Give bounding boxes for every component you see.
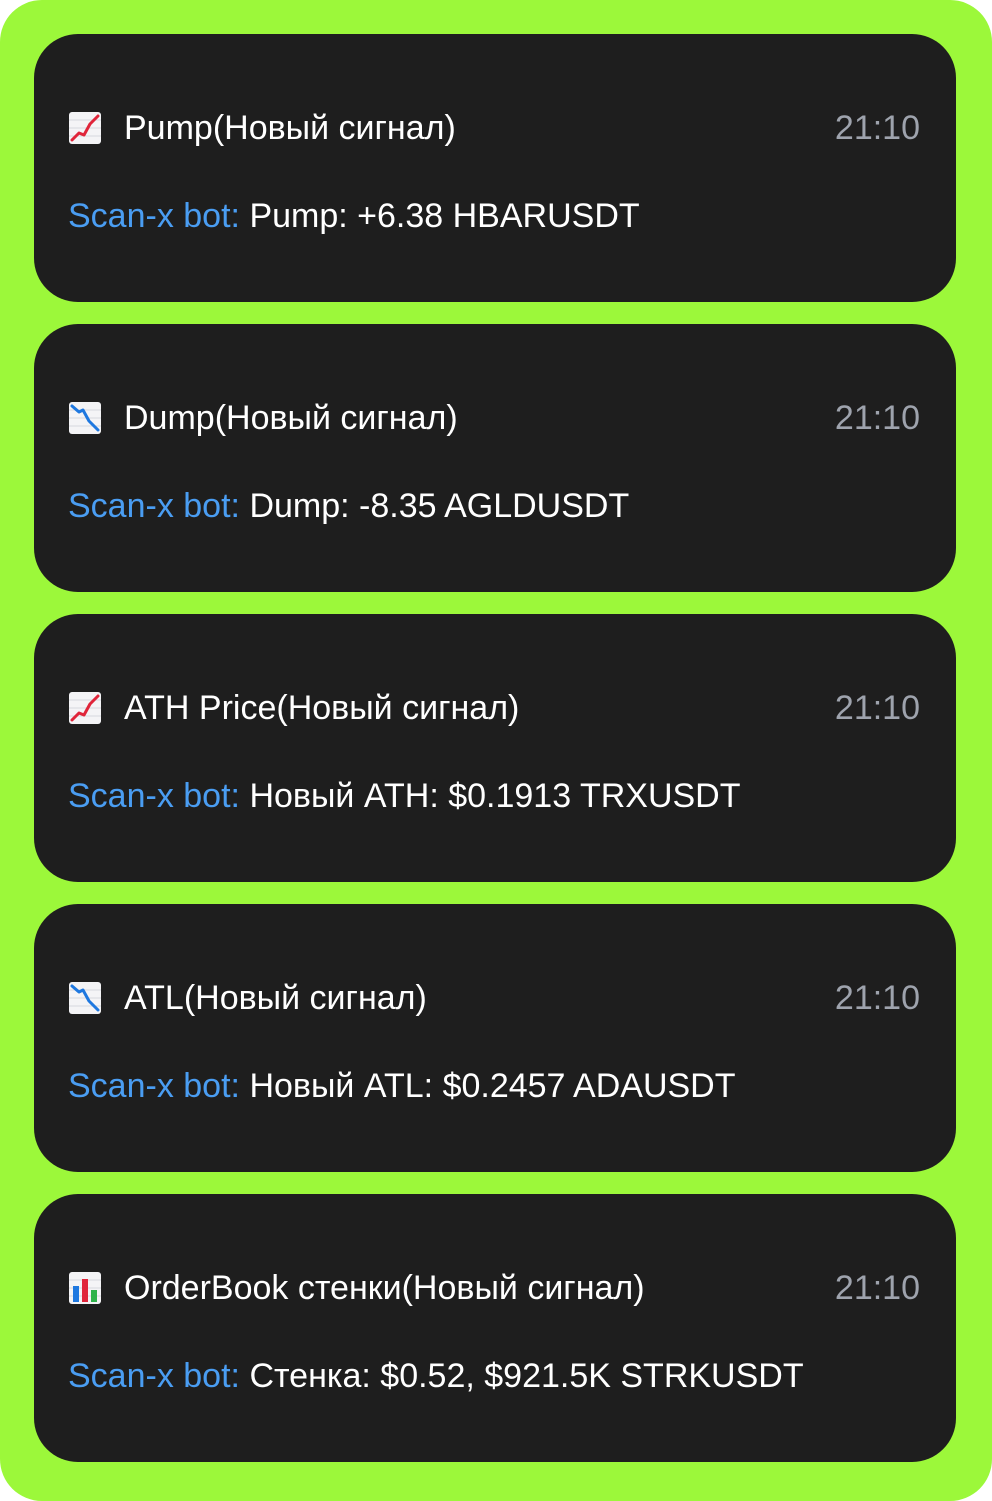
notification-card-dump[interactable]: Dump(Новый сигнал) 21:10 Scan-x bot: Dum… bbox=[34, 324, 956, 592]
notification-title: ATL(Новый сигнал) bbox=[124, 979, 427, 1017]
notification-message: Scan-x bot: Dump: -8.35 AGLDUSDT bbox=[68, 484, 926, 528]
notification-list: Pump(Новый сигнал) 21:10 Scan-x bot: Pum… bbox=[0, 0, 992, 1501]
message-text: Новый ATH: $0.1913 TRXUSDT bbox=[249, 777, 741, 815]
notification-time: 21:10 bbox=[834, 979, 920, 1017]
message-text: Стенка: $0.52, $921.5K STRKUSDT bbox=[249, 1357, 804, 1395]
sender-name: Scan-x bot: bbox=[68, 487, 240, 525]
notification-message: Scan-x bot: Pump: +6.38 HBARUSDT bbox=[68, 194, 926, 238]
notification-message: Scan-x bot: Новый ATL: $0.2457 ADAUSDT bbox=[68, 1064, 926, 1108]
notification-title: ATH Price(Новый сигнал) bbox=[124, 689, 520, 727]
notification-title: Dump(Новый сигнал) bbox=[124, 399, 458, 437]
notification-title: OrderBook стенки(Новый сигнал) bbox=[124, 1269, 645, 1307]
notification-time: 21:10 bbox=[834, 1269, 920, 1307]
sender-name: Scan-x bot: bbox=[68, 1067, 240, 1105]
bar-chart-icon bbox=[69, 1272, 101, 1304]
sender-name: Scan-x bot: bbox=[68, 1357, 240, 1395]
notification-card-orderbook[interactable]: OrderBook стенки(Новый сигнал) 21:10 Sca… bbox=[34, 1194, 956, 1462]
notification-header: ATH Price(Новый сигнал) 21:10 bbox=[68, 686, 920, 730]
chart-increasing-icon bbox=[69, 692, 101, 724]
notification-title: Pump(Новый сигнал) bbox=[124, 109, 456, 147]
notification-time: 21:10 bbox=[834, 689, 920, 727]
notification-header: Dump(Новый сигнал) 21:10 bbox=[68, 396, 920, 440]
chart-increasing-icon bbox=[69, 112, 101, 144]
notification-header: Pump(Новый сигнал) 21:10 bbox=[68, 106, 920, 150]
notification-time: 21:10 bbox=[834, 399, 920, 437]
sender-name: Scan-x bot: bbox=[68, 197, 240, 235]
chart-decreasing-icon bbox=[69, 982, 101, 1014]
notification-card-ath-price[interactable]: ATH Price(Новый сигнал) 21:10 Scan-x bot… bbox=[34, 614, 956, 882]
message-text: Dump: -8.35 AGLDUSDT bbox=[249, 487, 630, 525]
notification-time: 21:10 bbox=[834, 109, 920, 147]
message-text: Pump: +6.38 HBARUSDT bbox=[249, 197, 640, 235]
chart-decreasing-icon bbox=[69, 402, 101, 434]
notification-header: ATL(Новый сигнал) 21:10 bbox=[68, 976, 920, 1020]
notification-card-pump[interactable]: Pump(Новый сигнал) 21:10 Scan-x bot: Pum… bbox=[34, 34, 956, 302]
notification-message: Scan-x bot: Стенка: $0.52, $921.5K STRKU… bbox=[68, 1354, 926, 1398]
notification-message: Scan-x bot: Новый ATH: $0.1913 TRXUSDT bbox=[68, 774, 926, 818]
notification-header: OrderBook стенки(Новый сигнал) 21:10 bbox=[68, 1266, 920, 1310]
sender-name: Scan-x bot: bbox=[68, 777, 240, 815]
message-text: Новый ATL: $0.2457 ADAUSDT bbox=[249, 1067, 736, 1105]
notification-card-atl[interactable]: ATL(Новый сигнал) 21:10 Scan-x bot: Новы… bbox=[34, 904, 956, 1172]
